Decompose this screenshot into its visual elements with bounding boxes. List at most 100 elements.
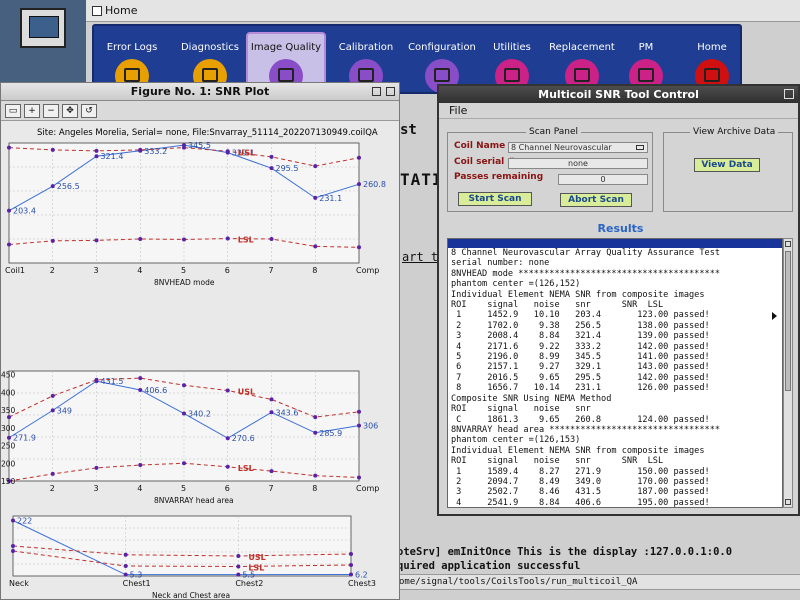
multicoil-tool-window: Multicoil SNR Tool Control File Scan Pan… [437,84,800,516]
data-point-usl [50,147,55,152]
figure-title: Figure No. 1: SNR Plot [130,85,270,98]
data-point-snr [313,430,318,435]
zoom-out-icon[interactable]: − [43,103,59,118]
data-point-lsl [138,463,143,468]
x-tick-label: 2 [50,266,55,275]
data-point-lsl [225,464,230,469]
data-point-usl [269,154,274,159]
nav-tab-glyph [704,68,720,82]
x-tick-label: 7 [269,266,274,275]
nav-tab-glyph [504,68,520,82]
window-menu-icon[interactable] [784,89,794,99]
x-tick-label: Chest3 [348,579,376,588]
scroll-thumb[interactable] [785,251,791,391]
data-point-usl [94,377,99,382]
rotate-icon[interactable]: ↺ [81,103,97,118]
scroll-up-icon[interactable] [785,241,791,247]
nav-tab-glyph [574,68,590,82]
lsl-label: LSL [238,464,254,473]
data-point-snr [94,154,99,159]
data-point-lsl [269,469,274,474]
data-point-usl [11,544,15,548]
snr-value-label: 343.6 [276,408,299,417]
x-tick-label: Comp [356,266,379,275]
dropdown-arrow-icon [636,145,644,150]
tool-title-bar[interactable]: Multicoil SNR Tool Control [439,86,798,103]
passes-value: 0 [600,175,606,184]
print-icon[interactable]: ▭ [5,103,21,118]
snr-value-label: 349 [57,406,72,415]
data-point-lsl [138,237,143,241]
coil-name-label: Coil Name [454,141,506,151]
results-title: Results [597,222,644,235]
data-point-usl [225,149,230,154]
figure-window: Figure No. 1: SNR Plot ▭ + − ✥ ↺ Site: A… [0,82,400,600]
data-point-usl [236,554,241,558]
data-point-lsl [182,461,186,466]
nav-tab-label: Diagnostics [180,42,240,53]
data-point-usl [269,397,274,402]
scan-panel: Scan Panel Coil Name 8 Channel Neurovasc… [447,127,653,212]
data-point-lsl [182,237,186,242]
scan-panel-title: Scan Panel [526,127,582,137]
data-point-snr [357,182,361,187]
x-tick-label: 8 [312,266,317,275]
data-point-snr [269,410,274,415]
abort-scan-button[interactable]: Abort Scan [560,193,632,207]
results-text-area[interactable]: 8 Channel Neurovascular Array Quality As… [447,238,783,508]
coil-serial-field[interactable]: none [508,158,648,169]
file-menu[interactable]: File [449,104,467,117]
x-tick-label: 3 [94,266,99,275]
nav-tab-glyph [124,68,140,82]
x-tick-label: Chest2 [235,579,263,588]
figure-title-bar[interactable]: Figure No. 1: SNR Plot [1,83,399,101]
x-tick-label: Coil1 [5,266,25,275]
x-tick-label: 5 [181,484,186,493]
data-point-usl [349,552,353,556]
x-axis-label: Neck and Chest area [152,591,230,599]
data-point-usl [7,145,11,150]
y-tick-label: 200 [1,459,16,468]
data-point-usl [94,148,99,153]
nav-tab-glyph [202,68,218,82]
passes-field[interactable]: 0 [558,174,648,185]
results-scrollbar[interactable] [783,238,793,508]
data-point-snr [269,166,274,171]
data-point-usl [182,383,186,388]
x-tick-label: Chest1 [123,579,151,588]
snr-value-label: 321.4 [101,152,124,161]
data-point-snr [138,387,143,392]
x-tick-label: 6 [225,266,230,275]
start-scan-button[interactable]: Start Scan [458,192,532,206]
figure-toolbar: ▭ + − ✥ ↺ [1,101,399,121]
snr-value-label: 333.2 [144,147,167,156]
y-tick-label: 300 [1,424,16,433]
zoom-in-icon[interactable]: + [24,103,40,118]
results-text: 8 Channel Neurovascular Array Quality As… [451,248,721,508]
home-title-bar: Home [86,0,800,22]
close-icon[interactable] [386,87,395,96]
usl-label: USL [248,553,265,562]
nav-tab-label: Home [697,42,727,53]
tool-title: Multicoil SNR Tool Control [538,88,699,101]
data-point-usl [123,552,128,557]
coil-name-dropdown[interactable]: 8 Channel Neurovascular [508,142,648,153]
data-point-lsl [357,245,361,250]
coil-serial-label: Coil serial # [454,157,515,167]
data-point-snr [349,572,353,577]
snr-plots: Site: Angeles Morelia, Serial= none, Fil… [1,128,386,599]
view-data-button[interactable]: View Data [694,158,760,172]
data-point-usl [357,409,361,414]
data-point-lsl [50,471,55,476]
data-point-lsl [123,564,128,568]
minimize-icon[interactable] [372,87,381,96]
data-point-lsl [7,242,11,247]
monitor-icon[interactable] [20,8,66,48]
snr-value-label: 260.8 [363,180,386,189]
data-point-snr [50,184,55,189]
snr-value-label: 222 [17,517,32,526]
home-button[interactable]: Home [86,2,143,19]
scroll-down-icon[interactable] [785,499,791,505]
pan-icon[interactable]: ✥ [62,103,78,118]
lsl-label: LSL [248,564,264,573]
